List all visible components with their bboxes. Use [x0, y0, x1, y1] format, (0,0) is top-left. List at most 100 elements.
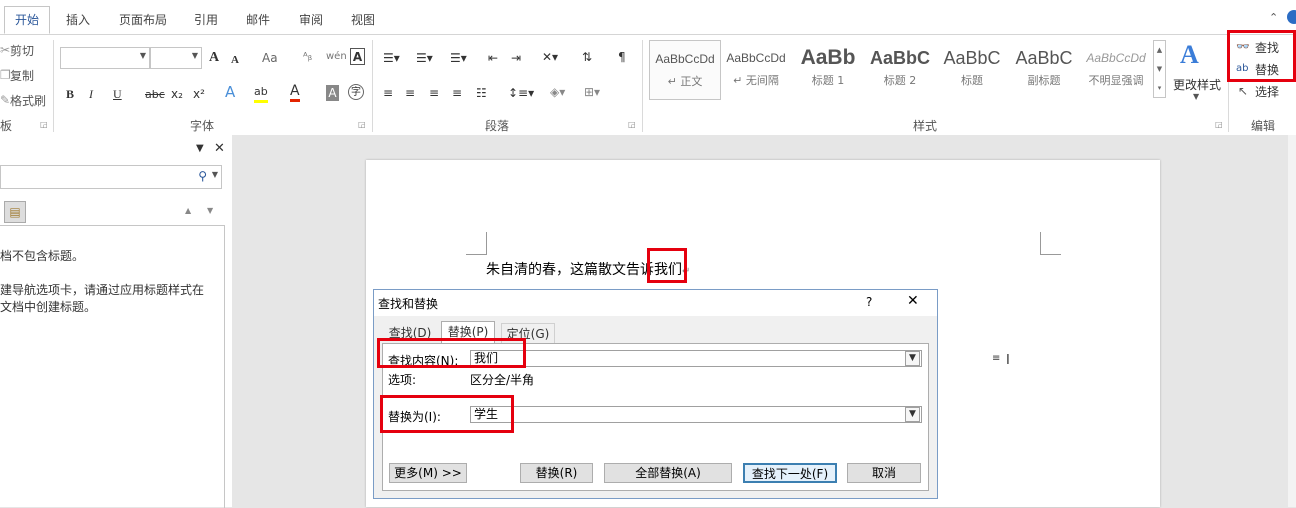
copy-button[interactable]: 复制: [10, 67, 34, 84]
tab-mailings[interactable]: 邮件: [240, 9, 276, 33]
decrease-indent-icon[interactable]: ⇤: [488, 50, 498, 66]
font-dialog-launcher-icon[interactable]: ◲: [358, 120, 366, 129]
enclose-char-icon[interactable]: 字: [348, 84, 364, 100]
shading-icon[interactable]: ◈▾: [550, 84, 565, 100]
down-arrow-icon[interactable]: ▼: [207, 206, 213, 215]
tab-page-layout[interactable]: 页面布局: [112, 9, 174, 33]
tab-review[interactable]: 审阅: [292, 9, 330, 33]
highlighter-icon[interactable]: ab: [254, 84, 268, 103]
style-name: 标题 1: [811, 74, 845, 87]
replace-all-button[interactable]: 全部替换(A): [604, 463, 732, 483]
tab-view[interactable]: 视图: [344, 9, 382, 33]
style-sample: AaBbCcDd: [1086, 51, 1146, 65]
font-name-combo[interactable]: ▼: [60, 47, 150, 69]
bullets-icon[interactable]: ☰▾: [383, 50, 400, 66]
char-border-icon[interactable]: A: [350, 48, 365, 65]
chevron-down-icon[interactable]: ▼: [905, 407, 920, 422]
headings-view-icon[interactable]: ▤: [4, 201, 26, 223]
style-normal[interactable]: AaBbCcDd ↵ 正文: [649, 40, 721, 100]
style-heading-1[interactable]: AaBb 标题 1: [793, 40, 863, 98]
justify-icon[interactable]: ≡: [452, 85, 462, 101]
cancel-button[interactable]: 取消: [847, 463, 921, 483]
dialog-launcher-icon[interactable]: ◲: [40, 120, 48, 129]
vertical-scrollbar[interactable]: [1288, 135, 1296, 507]
borders-icon[interactable]: ⊞▾: [584, 84, 600, 100]
sort-icon[interactable]: ⇅: [582, 49, 592, 65]
styles-scroll-icon[interactable]: ▲ ▼ ▾: [1153, 40, 1166, 98]
style-sample: AaBb: [800, 46, 856, 69]
increase-indent-icon[interactable]: ⇥: [511, 50, 521, 66]
pane-menu-icon[interactable]: ▼: [196, 143, 204, 154]
clipboard-group-label: 板: [0, 119, 13, 133]
scissors-icon: ✂: [0, 43, 11, 57]
multilevel-list-icon[interactable]: ☰▾: [450, 50, 467, 66]
chevron-down-icon[interactable]: ▼: [905, 351, 920, 366]
collapse-ribbon-icon[interactable]: ⌃: [1269, 11, 1278, 24]
clear-format-icon[interactable]: ᴬᵦ: [303, 49, 312, 65]
underline-icon[interactable]: U: [113, 86, 122, 102]
change-styles-icon: A: [1180, 40, 1199, 69]
style-subtitle[interactable]: AaBbC 副标题: [1009, 40, 1079, 98]
more-button[interactable]: 更多(M) >>: [389, 463, 467, 483]
distributed-icon[interactable]: ☷: [476, 85, 487, 101]
grow-font-button[interactable]: A: [209, 50, 219, 66]
style-name: 标题: [961, 74, 983, 87]
subscript-icon[interactable]: x₂: [171, 86, 183, 102]
style-sample: AaBbC: [943, 48, 1001, 68]
nav-hint-line: 文档中创建标题。: [0, 300, 97, 314]
select-button[interactable]: 选择: [1255, 83, 1279, 100]
style-subtle-emphasis[interactable]: AaBbCcDd 不明显强调: [1081, 40, 1151, 98]
ribbon-tab-bar: 开始 插入 页面布局 引用 邮件 审阅 视图 ⌃: [0, 0, 1296, 34]
line-spacing-icon[interactable]: ↕≡▾: [508, 85, 534, 101]
bold-icon[interactable]: B: [66, 86, 74, 102]
nav-search-input[interactable]: ⚲ ▼: [0, 165, 222, 189]
search-icon[interactable]: ⚲: [198, 169, 207, 183]
style-title[interactable]: AaBbC 标题: [937, 40, 1007, 98]
change-styles-button[interactable]: 更改样式: [1173, 76, 1221, 93]
find-next-button[interactable]: 查找下一处(F): [743, 463, 837, 483]
cut-button[interactable]: 剪切: [10, 42, 34, 59]
chevron-down-icon[interactable]: ▼: [212, 170, 218, 179]
style-sample: AaBbCcDd: [655, 52, 715, 66]
group-divider: [642, 40, 643, 132]
up-arrow-icon[interactable]: ▲: [185, 206, 191, 215]
italic-icon[interactable]: I: [89, 86, 93, 102]
tab-insert[interactable]: 插入: [60, 9, 96, 33]
tab-home[interactable]: 开始: [4, 6, 50, 34]
styles-dialog-launcher-icon[interactable]: ◲: [1215, 120, 1223, 129]
style-no-spacing[interactable]: AaBbCcDd ↵ 无间隔: [721, 40, 791, 98]
close-button[interactable]: ✕: [907, 293, 919, 309]
text-effects-icon[interactable]: A: [225, 84, 235, 100]
shrink-font-button[interactable]: A: [231, 52, 239, 68]
find-what-input[interactable]: 我们: [470, 350, 922, 367]
help-button[interactable]: ?: [866, 295, 872, 309]
char-shading-icon[interactable]: A: [326, 85, 339, 101]
font-size-combo[interactable]: ▼: [150, 47, 202, 69]
align-left-icon[interactable]: ≡: [383, 85, 393, 101]
align-right-icon[interactable]: ≡: [429, 85, 439, 101]
format-painter-button[interactable]: 格式刷: [10, 92, 46, 109]
paragraph-dialog-launcher-icon[interactable]: ◲: [628, 120, 636, 129]
show-marks-icon[interactable]: ¶: [618, 49, 626, 65]
group-divider: [53, 40, 54, 132]
replace-with-input[interactable]: 学生: [470, 406, 922, 423]
paragraph-group-label: 段落: [485, 119, 510, 133]
replace-one-button[interactable]: 替换(R): [520, 463, 593, 483]
help-icon[interactable]: [1287, 10, 1296, 24]
phonetic-guide-icon[interactable]: wén: [326, 49, 347, 65]
numbering-icon[interactable]: ☰▾: [416, 50, 433, 66]
strikethrough-icon[interactable]: abc: [145, 87, 165, 103]
font-color-icon[interactable]: A: [290, 83, 300, 102]
superscript-icon[interactable]: x²: [193, 86, 205, 102]
style-sample: AaBbC: [1015, 48, 1073, 68]
style-sample: AaBbC: [869, 48, 930, 68]
style-heading-2[interactable]: AaBbC 标题 2: [865, 40, 935, 98]
align-center-icon[interactable]: ≡: [405, 85, 415, 101]
change-case-button[interactable]: Aa: [262, 50, 278, 66]
close-icon[interactable]: ✕: [214, 141, 225, 156]
body-text: 朱自清的春，这篇散文告诉: [486, 262, 654, 278]
annotation-highlight: [377, 338, 526, 368]
styles-group-label: 样式: [913, 119, 938, 133]
tab-references[interactable]: 引用: [188, 9, 224, 33]
chinese-layout-icon[interactable]: ✕▾: [542, 49, 558, 65]
